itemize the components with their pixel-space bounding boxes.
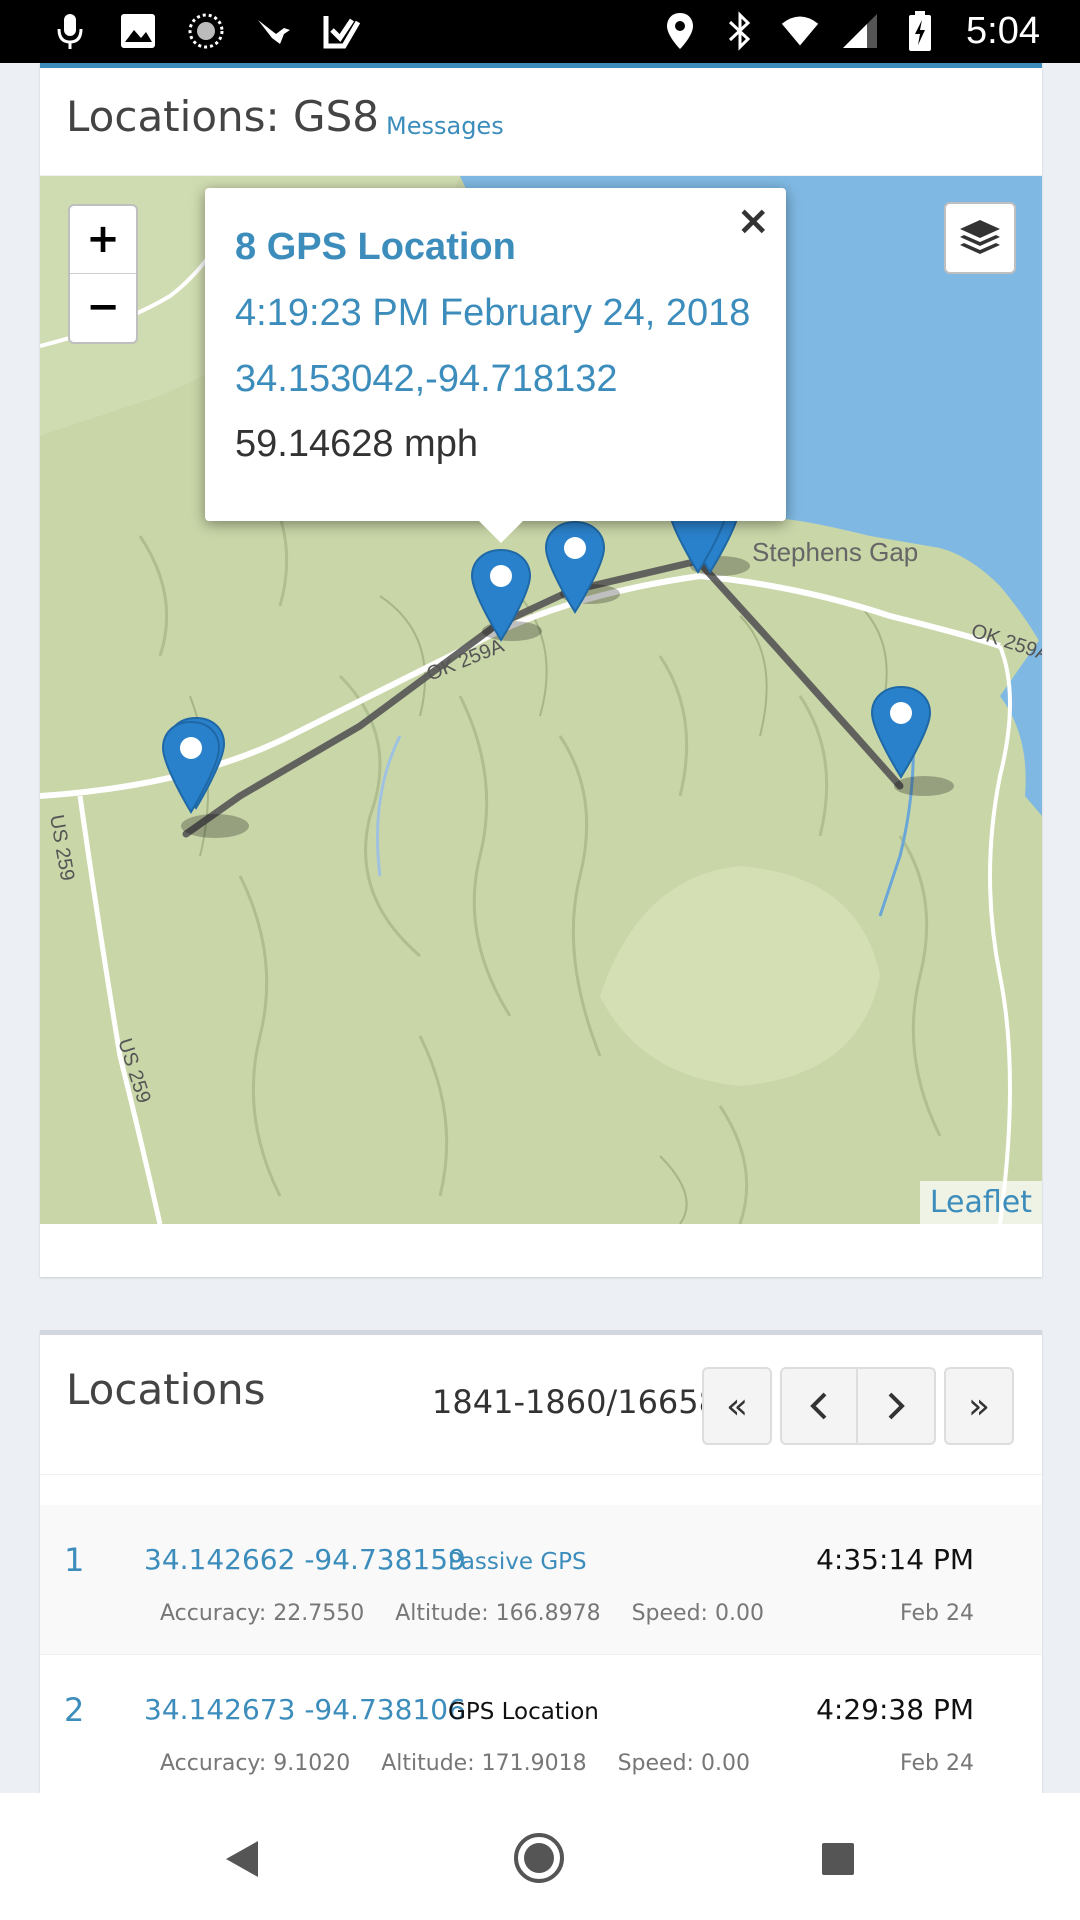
navigation-bar: [0, 1793, 1080, 1920]
map-popup: × 8 GPS Location 4:19:23 PM February 24,…: [205, 188, 786, 543]
row-altitude: Altitude: 171.9018: [381, 1751, 587, 1776]
location-row[interactable]: 2 34.142673 -94.738106 GPS Location 4:29…: [40, 1655, 1042, 1800]
zoom-control: + −: [68, 204, 138, 344]
status-bar: 5:04: [0, 0, 1080, 63]
row-type: GPS Location: [448, 1699, 599, 1725]
row-coords-link[interactable]: 34.142662 -94.738159: [144, 1543, 466, 1576]
page-title: Locations: GS8: [66, 92, 379, 141]
map-marker[interactable]: [158, 716, 228, 816]
pager-count: 1841-1860/16658: [432, 1383, 719, 1421]
popup-title-link[interactable]: 8 GPS Location: [235, 226, 516, 269]
row-number: 1: [64, 1541, 85, 1579]
row-time: 4:29:38 PM: [816, 1693, 974, 1726]
recents-icon[interactable]: [818, 1839, 858, 1879]
prev-page-button[interactable]: [780, 1367, 858, 1445]
layers-icon: [960, 220, 1000, 254]
bluetooth-icon: [720, 11, 760, 51]
chevron-right-icon: [888, 1392, 905, 1420]
locations-card: Locations 1841-1860/16658 « » 1 34.14266…: [40, 1330, 1042, 1800]
bird-icon: [254, 11, 294, 51]
popup-speed: 59.14628 mph: [235, 423, 478, 465]
locations-header: Locations 1841-1860/16658 « »: [40, 1335, 1042, 1475]
row-altitude: Altitude: 166.8978: [395, 1601, 601, 1626]
row-speed: Speed: 0.00: [631, 1601, 764, 1626]
locations-list: 1 34.142662 -94.738159 Passive GPS 4:35:…: [40, 1505, 1042, 1800]
signal-icon: [840, 11, 880, 51]
messages-link[interactable]: Messages: [386, 112, 504, 140]
zoom-in-button[interactable]: +: [70, 206, 136, 274]
row-accuracy: Accuracy: 22.7550: [160, 1601, 365, 1626]
battery-icon: [900, 11, 940, 51]
row-type-link[interactable]: Passive GPS: [448, 1549, 587, 1575]
row-coords-link[interactable]: 34.142673 -94.738106: [144, 1693, 466, 1726]
check-icon: [322, 11, 362, 51]
map-marker[interactable]: [866, 681, 936, 781]
last-page-button[interactable]: »: [944, 1367, 1014, 1445]
clock: 5:04: [966, 9, 1040, 52]
sync-icon: [186, 11, 226, 51]
popup-tip: [479, 521, 523, 543]
next-page-button[interactable]: [856, 1367, 936, 1445]
double-chevron-left-icon: «: [725, 1385, 749, 1427]
location-icon: [660, 11, 700, 51]
row-date: Feb 24: [900, 1601, 974, 1626]
row-time: 4:35:14 PM: [816, 1543, 974, 1576]
map-marker-selected[interactable]: [466, 544, 536, 644]
back-icon[interactable]: [222, 1837, 262, 1881]
chevron-left-icon: [810, 1392, 827, 1420]
wifi-icon: [780, 11, 820, 51]
popup-time-link[interactable]: 4:19:23 PM February 24, 2018: [235, 292, 750, 335]
row-number: 2: [64, 1691, 85, 1729]
map-card-header: Locations: GS8 Messages: [40, 68, 1042, 176]
popup-close-button[interactable]: ×: [736, 198, 770, 244]
row-meta: Accuracy: 22.7550 Altitude: 166.8978 Spe…: [160, 1601, 788, 1626]
zoom-out-button[interactable]: −: [70, 274, 136, 342]
place-label: Stephens Gap: [752, 537, 918, 567]
image-icon: [118, 11, 158, 51]
map-card: Locations: GS8 Messages OK 259A OK 259A …: [40, 63, 1042, 1277]
row-meta: Accuracy: 9.1020 Altitude: 171.9018 Spee…: [160, 1751, 774, 1776]
attribution-link[interactable]: Leaflet: [919, 1181, 1042, 1224]
row-speed: Speed: 0.00: [617, 1751, 750, 1776]
first-page-button[interactable]: «: [702, 1367, 772, 1445]
double-chevron-right-icon: »: [967, 1385, 991, 1427]
home-icon[interactable]: [512, 1831, 566, 1885]
microphone-icon: [50, 11, 90, 51]
layers-button[interactable]: [944, 202, 1016, 274]
row-accuracy: Accuracy: 9.1020: [160, 1751, 351, 1776]
map[interactable]: OK 259A OK 259A US 259 US 259 Stephens G…: [40, 176, 1042, 1224]
locations-title: Locations: [66, 1365, 266, 1414]
location-row[interactable]: 1 34.142662 -94.738159 Passive GPS 4:35:…: [40, 1505, 1042, 1655]
map-marker[interactable]: [540, 516, 610, 616]
popup-coords-link[interactable]: 34.153042,-94.718132: [235, 358, 617, 401]
row-date: Feb 24: [900, 1751, 974, 1776]
